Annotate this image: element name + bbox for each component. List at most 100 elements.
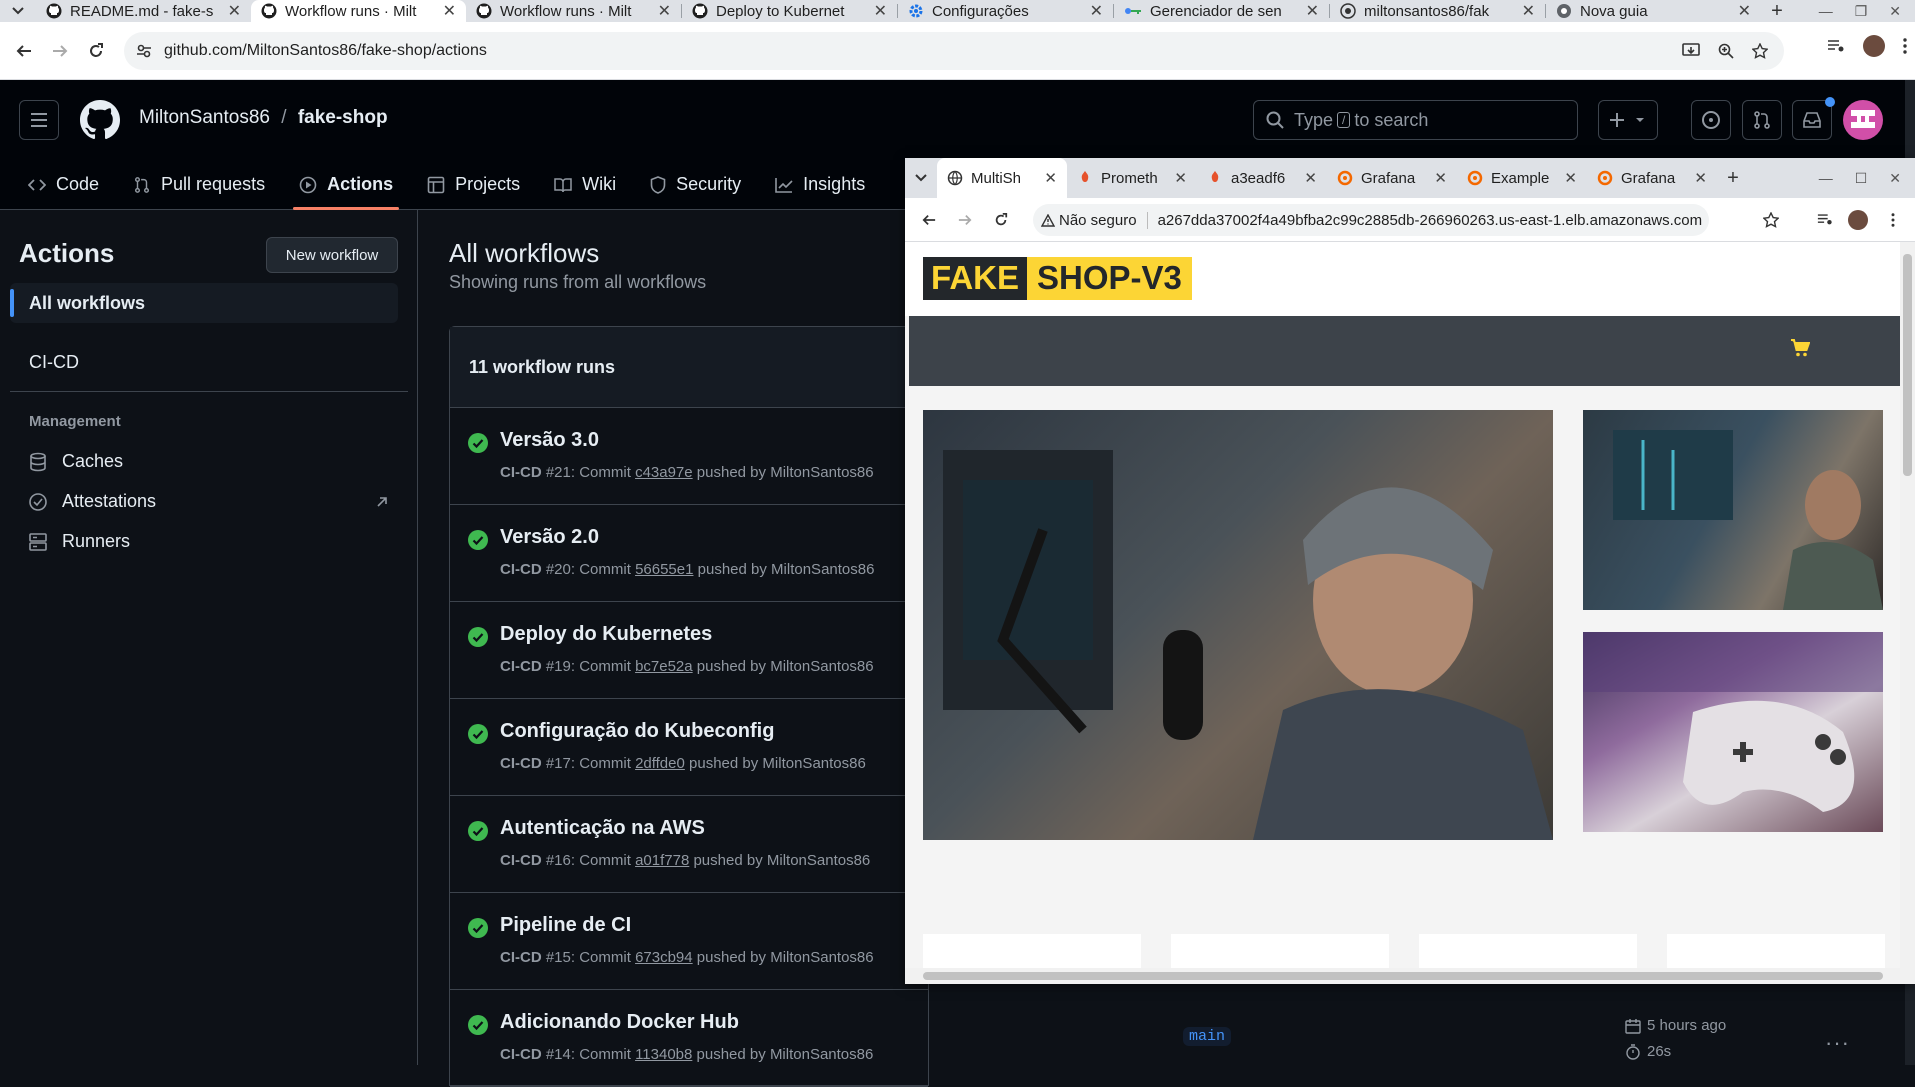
overlay-forward-icon[interactable] bbox=[949, 204, 981, 236]
tab-close-icon[interactable]: ✕ bbox=[1434, 169, 1447, 187]
search-input[interactable]: Type / to search bbox=[1253, 100, 1578, 140]
tab-code[interactable]: Code bbox=[28, 160, 99, 210]
not-secure-chip[interactable]: Não seguro bbox=[1041, 211, 1148, 229]
browser-tab[interactable]: Nova guia ✕ bbox=[1546, 0, 1761, 22]
overlay-back-icon[interactable] bbox=[913, 204, 945, 236]
commit-sha-link[interactable]: 673cb94 bbox=[635, 949, 693, 966]
run-author[interactable]: MiltonSantos86 bbox=[770, 464, 873, 481]
install-app-icon[interactable] bbox=[1682, 43, 1700, 59]
tab-search-chevron-icon[interactable] bbox=[0, 0, 36, 22]
tab-security[interactable]: Security bbox=[650, 160, 741, 210]
tab-pull-requests[interactable]: Pull requests bbox=[133, 160, 265, 210]
overlay-vertical-scrollbar[interactable] bbox=[1900, 242, 1915, 968]
zoom-icon[interactable] bbox=[1718, 43, 1734, 59]
table-row[interactable]: Pipeline de CI CI-CD #15: Commit 673cb94… bbox=[450, 893, 928, 990]
sidebar-item-caches[interactable]: Caches bbox=[28, 451, 123, 472]
run-title[interactable]: Versão 2.0 bbox=[500, 526, 599, 549]
browser-tab[interactable]: Configurações ✕ bbox=[898, 0, 1113, 22]
overlay-menu-icon[interactable] bbox=[1891, 213, 1895, 227]
new-tab-button[interactable]: + bbox=[1761, 0, 1793, 22]
profile-avatar[interactable] bbox=[1863, 35, 1885, 57]
minimize-icon[interactable]: — bbox=[1819, 3, 1833, 20]
overlay-tab-search-chevron-icon[interactable] bbox=[905, 174, 937, 182]
forward-icon[interactable] bbox=[44, 35, 76, 67]
overlay-tab[interactable]: Grafana ✕ bbox=[1587, 158, 1717, 198]
overlay-tab[interactable]: Prometh ✕ bbox=[1067, 158, 1197, 198]
table-row[interactable]: Versão 3.0 CI-CD #21: Commit c43a97e pus… bbox=[450, 408, 928, 505]
run-author[interactable]: MiltonSantos86 bbox=[770, 949, 873, 966]
sidebar-item-attestations[interactable]: Attestations bbox=[28, 491, 388, 512]
user-avatar[interactable] bbox=[1843, 100, 1883, 140]
github-logo-icon[interactable] bbox=[80, 100, 120, 140]
overlay-close-icon[interactable]: ✕ bbox=[1889, 170, 1901, 187]
chrome-menu-icon[interactable] bbox=[1903, 38, 1907, 54]
controller-image[interactable] bbox=[1583, 632, 1883, 832]
run-author[interactable]: MiltonSantos86 bbox=[771, 561, 874, 578]
overlay-address-bar[interactable]: Não seguro a267dda37002f4a49bfba2c99c288… bbox=[1033, 204, 1709, 236]
overlay-bookmark-star-icon[interactable] bbox=[1763, 212, 1779, 228]
run-author[interactable]: MiltonSantos86 bbox=[770, 1046, 873, 1063]
close-window-icon[interactable]: ✕ bbox=[1889, 3, 1901, 20]
run-author[interactable]: MiltonSantos86 bbox=[762, 755, 865, 772]
run-menu-kebab-icon[interactable]: ··· bbox=[1825, 1030, 1850, 1056]
scroll-thumb[interactable] bbox=[923, 972, 1883, 980]
commit-sha-link[interactable]: bc7e52a bbox=[635, 658, 693, 675]
reload-icon[interactable] bbox=[80, 35, 112, 67]
tab-close-icon[interactable]: ✕ bbox=[1044, 169, 1057, 187]
commit-sha-link[interactable]: 2dffde0 bbox=[635, 755, 685, 772]
overlay-reload-icon[interactable] bbox=[985, 204, 1017, 236]
commit-sha-link[interactable]: c43a97e bbox=[635, 464, 693, 481]
run-author[interactable]: MiltonSantos86 bbox=[767, 852, 870, 869]
product-card[interactable] bbox=[1667, 934, 1885, 968]
tab-close-icon[interactable]: ✕ bbox=[1174, 169, 1187, 187]
overlay-profile-avatar[interactable] bbox=[1848, 210, 1868, 230]
tab-close-icon[interactable]: ✕ bbox=[443, 1, 456, 21]
tab-close-icon[interactable]: ✕ bbox=[1564, 169, 1577, 187]
tab-insights[interactable]: Insights bbox=[775, 160, 865, 210]
table-row[interactable]: Deploy do Kubernetes CI-CD #19: Commit b… bbox=[450, 602, 928, 699]
repo-name-link[interactable]: fake-shop bbox=[298, 107, 388, 128]
run-title[interactable]: Pipeline de CI bbox=[500, 914, 631, 937]
gamer-image[interactable] bbox=[1583, 410, 1883, 610]
product-card[interactable] bbox=[923, 934, 1141, 968]
overlay-tab[interactable]: Grafana ✕ bbox=[1327, 158, 1457, 198]
tab-actions[interactable]: Actions bbox=[293, 160, 400, 210]
tab-close-icon[interactable]: ✕ bbox=[874, 1, 887, 21]
restore-icon[interactable]: ❐ bbox=[1855, 3, 1868, 20]
url-text[interactable]: github.com/MiltonSantos86/fake-shop/acti… bbox=[164, 42, 487, 60]
run-title[interactable]: Adicionando Docker Hub bbox=[500, 1011, 739, 1034]
repo-owner-link[interactable]: MiltonSantos86 bbox=[139, 107, 270, 128]
sidebar-item-all-workflows[interactable]: All workflows bbox=[10, 283, 398, 323]
table-row[interactable]: Autenticação na AWS CI-CD #16: Commit a0… bbox=[450, 796, 928, 893]
tab-close-icon[interactable]: ✕ bbox=[1522, 1, 1535, 21]
branch-badge[interactable]: main bbox=[1183, 1027, 1232, 1046]
address-bar[interactable]: github.com/MiltonSantos86/fake-shop/acti… bbox=[124, 32, 1784, 70]
browser-tab[interactable]: Gerenciador de sen ✕ bbox=[1114, 0, 1329, 22]
pull-requests-icon[interactable] bbox=[1742, 100, 1782, 140]
back-icon[interactable] bbox=[8, 35, 40, 67]
commit-sha-link[interactable]: 56655e1 bbox=[635, 561, 693, 578]
tab-wiki[interactable]: Wiki bbox=[554, 160, 616, 210]
new-workflow-button[interactable]: New workflow bbox=[266, 237, 398, 273]
run-title[interactable]: Versão 3.0 bbox=[500, 429, 599, 452]
product-card[interactable] bbox=[1171, 934, 1389, 968]
overlay-new-tab-button[interactable]: + bbox=[1717, 167, 1749, 189]
shop-logo[interactable]: FAKE SHOP-V3 bbox=[923, 257, 1192, 300]
hero-carousel-image[interactable] bbox=[923, 410, 1553, 840]
site-info-icon[interactable] bbox=[136, 43, 152, 59]
commit-sha-link[interactable]: a01f778 bbox=[635, 852, 689, 869]
scroll-thumb[interactable] bbox=[1903, 254, 1912, 476]
cart-icon[interactable] bbox=[1790, 339, 1810, 357]
run-title[interactable]: Autenticação na AWS bbox=[500, 817, 705, 840]
browser-tab[interactable]: miltonsantos86/fak ✕ bbox=[1330, 0, 1545, 22]
table-row[interactable]: Adicionando Docker Hub CI-CD #14: Commit… bbox=[450, 990, 928, 1087]
browser-tab[interactable]: README.md - fake-s ✕ bbox=[36, 0, 251, 22]
overlay-url-text[interactable]: a267dda37002f4a49bfba2c99c2885db-2669602… bbox=[1158, 212, 1703, 229]
tab-close-icon[interactable]: ✕ bbox=[1306, 1, 1319, 21]
tab-close-icon[interactable]: ✕ bbox=[1304, 169, 1317, 187]
overlay-tab[interactable]: MultiSh ✕ bbox=[937, 158, 1067, 198]
sidebar-item-runners[interactable]: Runners bbox=[28, 531, 130, 552]
run-title[interactable]: Configuração do Kubeconfig bbox=[500, 720, 774, 743]
tab-close-icon[interactable]: ✕ bbox=[1694, 169, 1707, 187]
table-row[interactable]: Versão 2.0 CI-CD #20: Commit 56655e1 pus… bbox=[450, 505, 928, 602]
